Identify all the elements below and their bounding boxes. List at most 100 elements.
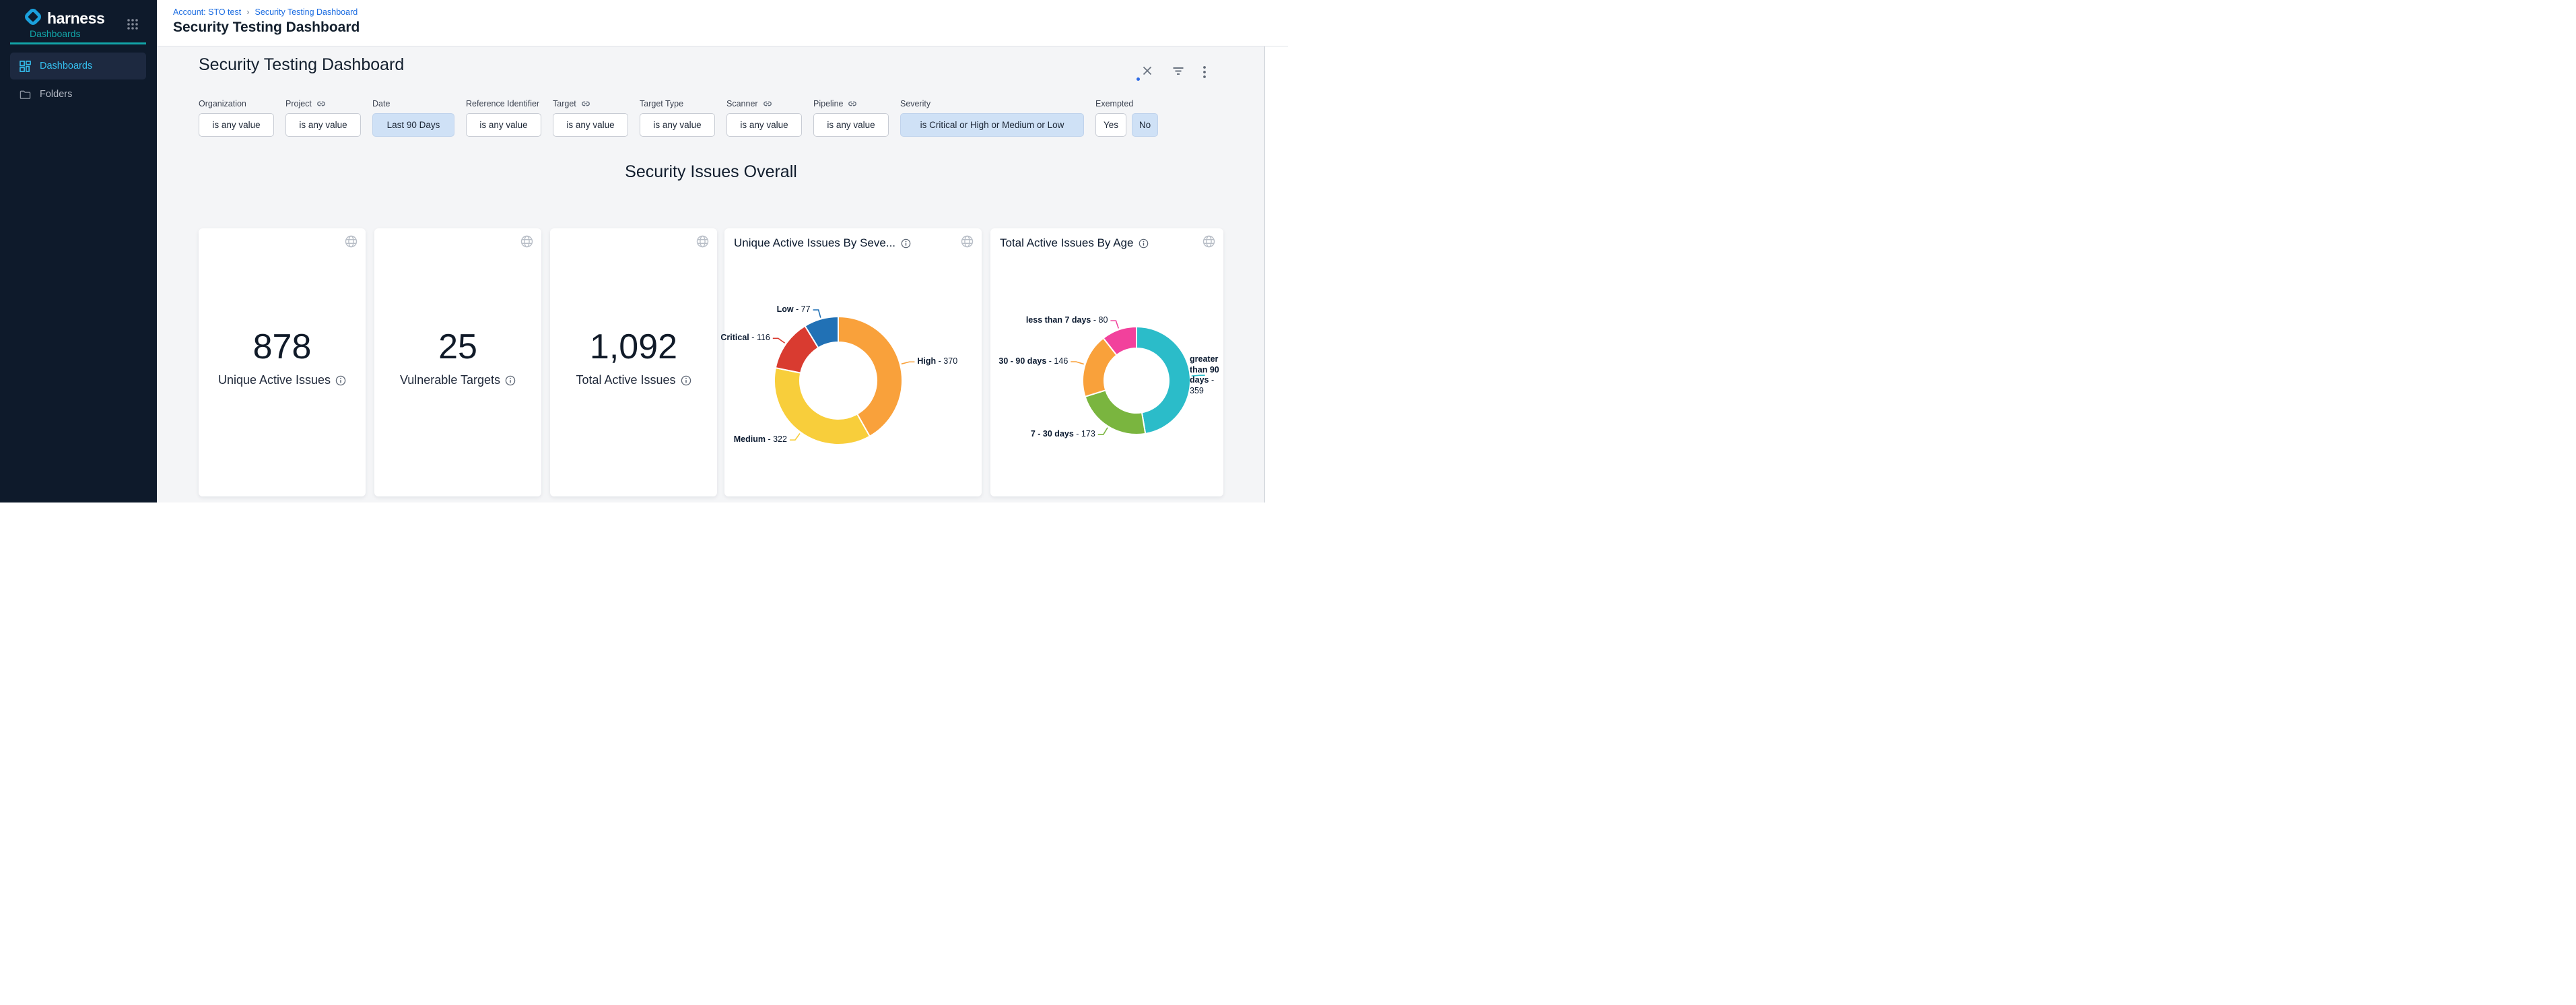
donut-slice-greater-than-90-days[interactable]	[1137, 327, 1190, 434]
scrollbar-gutter[interactable]	[1264, 46, 1288, 502]
more-options-button[interactable]	[1202, 65, 1215, 77]
filter-chip-target[interactable]: is any value	[553, 113, 628, 137]
donut-label-connector	[1110, 321, 1118, 328]
stat-card-vulnerable-targets: 25 Vulnerable Targets	[374, 228, 541, 496]
section-title: Security Issues Overall	[199, 162, 1223, 182]
filter-exempted: Exempted Yes No	[1095, 98, 1158, 137]
filter-severity: Severity is Critical or High or Medium o…	[900, 98, 1084, 137]
filter-chip-scanner[interactable]: is any value	[726, 113, 802, 137]
globe-icon[interactable]	[696, 235, 709, 251]
sidebar-divider	[10, 42, 146, 44]
top-header: Account: STO test › Security Testing Das…	[157, 0, 1288, 46]
folder-icon	[20, 89, 31, 100]
filter-label: Scanner	[726, 98, 802, 109]
filter-label: Reference Identifier	[466, 98, 541, 109]
sidebar: harness Dashboards Dashboards	[0, 0, 157, 502]
close-button[interactable]	[1142, 65, 1154, 77]
filter-chip-reference-identifier[interactable]: is any value	[466, 113, 541, 137]
notification-dot	[1137, 77, 1140, 81]
breadcrumb-dashboard-link[interactable]: Security Testing Dashboard	[255, 7, 358, 17]
breadcrumb-account-link[interactable]: Account: STO test	[173, 7, 241, 17]
dashboards-icon	[20, 61, 31, 72]
link-icon	[763, 99, 772, 108]
filter-project: Project is any value	[285, 98, 361, 137]
donut-slice-7---30-days[interactable]	[1085, 390, 1146, 434]
stat-value: 1,092	[590, 329, 677, 364]
sidebar-item-label: Dashboards	[40, 61, 92, 71]
exempted-yes-button[interactable]: Yes	[1095, 113, 1126, 137]
dashboard-content: Security Testing Dashboard	[157, 46, 1264, 502]
sidebar-item-label: Folders	[40, 89, 72, 100]
chart-card-age: Total Active Issues By Age greater than …	[990, 228, 1223, 496]
filter-scanner: Scanner is any value	[726, 98, 802, 137]
filter-label: Severity	[900, 98, 1084, 109]
info-icon[interactable]	[505, 375, 516, 386]
sidebar-item-folders[interactable]: Folders	[10, 81, 146, 108]
chevron-right-icon: ›	[246, 7, 249, 17]
filter-date: Date Last 90 Days	[372, 98, 454, 137]
severity-donut-chart[interactable]: High - 370Medium - 322Critical - 116Low …	[724, 228, 982, 496]
donut-label: High - 370	[917, 356, 957, 367]
filter-chip-target-type[interactable]: is any value	[640, 113, 715, 137]
filter-pipeline: Pipeline is any value	[813, 98, 889, 137]
filter-label: Project	[285, 98, 361, 109]
filter-chip-severity[interactable]: is Critical or High or Medium or Low	[900, 113, 1084, 137]
dashboard-actions	[1142, 65, 1215, 77]
link-icon	[316, 99, 326, 108]
stat-label: Total Active Issues	[576, 373, 675, 387]
filter-button[interactable]	[1172, 65, 1184, 77]
link-icon	[848, 99, 857, 108]
app-root: harness Dashboards Dashboards	[0, 0, 1288, 502]
filter-chip-project[interactable]: is any value	[285, 113, 361, 137]
filter-bar: Organization is any value Project is any…	[199, 98, 1158, 137]
stat-card-total-active-issues: 1,092 Total Active Issues	[550, 228, 717, 496]
donut-label: Medium - 322	[734, 434, 787, 445]
filter-chip-organization[interactable]: is any value	[199, 113, 274, 137]
filter-label: Target Type	[640, 98, 715, 109]
stat-value: 25	[438, 329, 477, 364]
dashboard-title: Security Testing Dashboard	[199, 55, 404, 75]
donut-label-connector	[813, 310, 821, 318]
link-icon	[581, 99, 590, 108]
donut-label-connector	[1071, 362, 1083, 364]
donut-label-connector	[773, 338, 785, 343]
sidebar-item-dashboards[interactable]: Dashboards	[10, 53, 146, 79]
donut-label-connector	[790, 433, 800, 440]
stat-label: Vulnerable Targets	[400, 373, 500, 387]
brand-name: harness	[47, 9, 104, 28]
filter-label: Pipeline	[813, 98, 889, 109]
stat-label: Unique Active Issues	[218, 373, 331, 387]
filter-chip-date[interactable]: Last 90 Days	[372, 113, 454, 137]
info-icon[interactable]	[335, 375, 346, 386]
donut-slice-medium[interactable]	[774, 368, 870, 445]
filter-label: Exempted	[1095, 98, 1158, 109]
filter-reference-identifier: Reference Identifier is any value	[466, 98, 541, 137]
globe-icon[interactable]	[520, 235, 533, 251]
donut-label: greater than 90 days - 359	[1190, 354, 1222, 397]
donut-label: less than 7 days - 80	[1026, 315, 1108, 326]
filter-label: Organization	[199, 98, 274, 109]
info-icon[interactable]	[681, 375, 691, 386]
donut-label: 7 - 30 days - 173	[1031, 429, 1095, 440]
stat-value: 878	[253, 329, 312, 364]
filter-label: Target	[553, 98, 628, 109]
brand: harness	[23, 7, 104, 30]
page-title: Security Testing Dashboard	[173, 20, 360, 36]
app-grid-icon[interactable]	[127, 18, 139, 30]
chart-card-severity: Unique Active Issues By Seve... High - 3…	[724, 228, 982, 496]
filter-target-type: Target Type is any value	[640, 98, 715, 137]
donut-label: Low - 77	[777, 304, 811, 315]
age-donut-chart[interactable]: greater than 90 days - 359 7 - 30 days - …	[990, 228, 1223, 496]
donut-label: Critical - 116	[720, 333, 770, 344]
donut-label-connector	[1098, 428, 1108, 434]
filter-target: Target is any value	[553, 98, 628, 137]
filter-label: Date	[372, 98, 454, 109]
product-name: Dashboards	[30, 28, 81, 39]
exempted-no-button[interactable]: No	[1132, 113, 1158, 137]
filter-chip-pipeline[interactable]: is any value	[813, 113, 889, 137]
globe-icon[interactable]	[345, 235, 358, 251]
harness-logo-icon	[23, 7, 43, 30]
filter-organization: Organization is any value	[199, 98, 274, 137]
breadcrumb: Account: STO test › Security Testing Das…	[173, 7, 358, 17]
donut-label: 30 - 90 days - 146	[998, 356, 1068, 367]
